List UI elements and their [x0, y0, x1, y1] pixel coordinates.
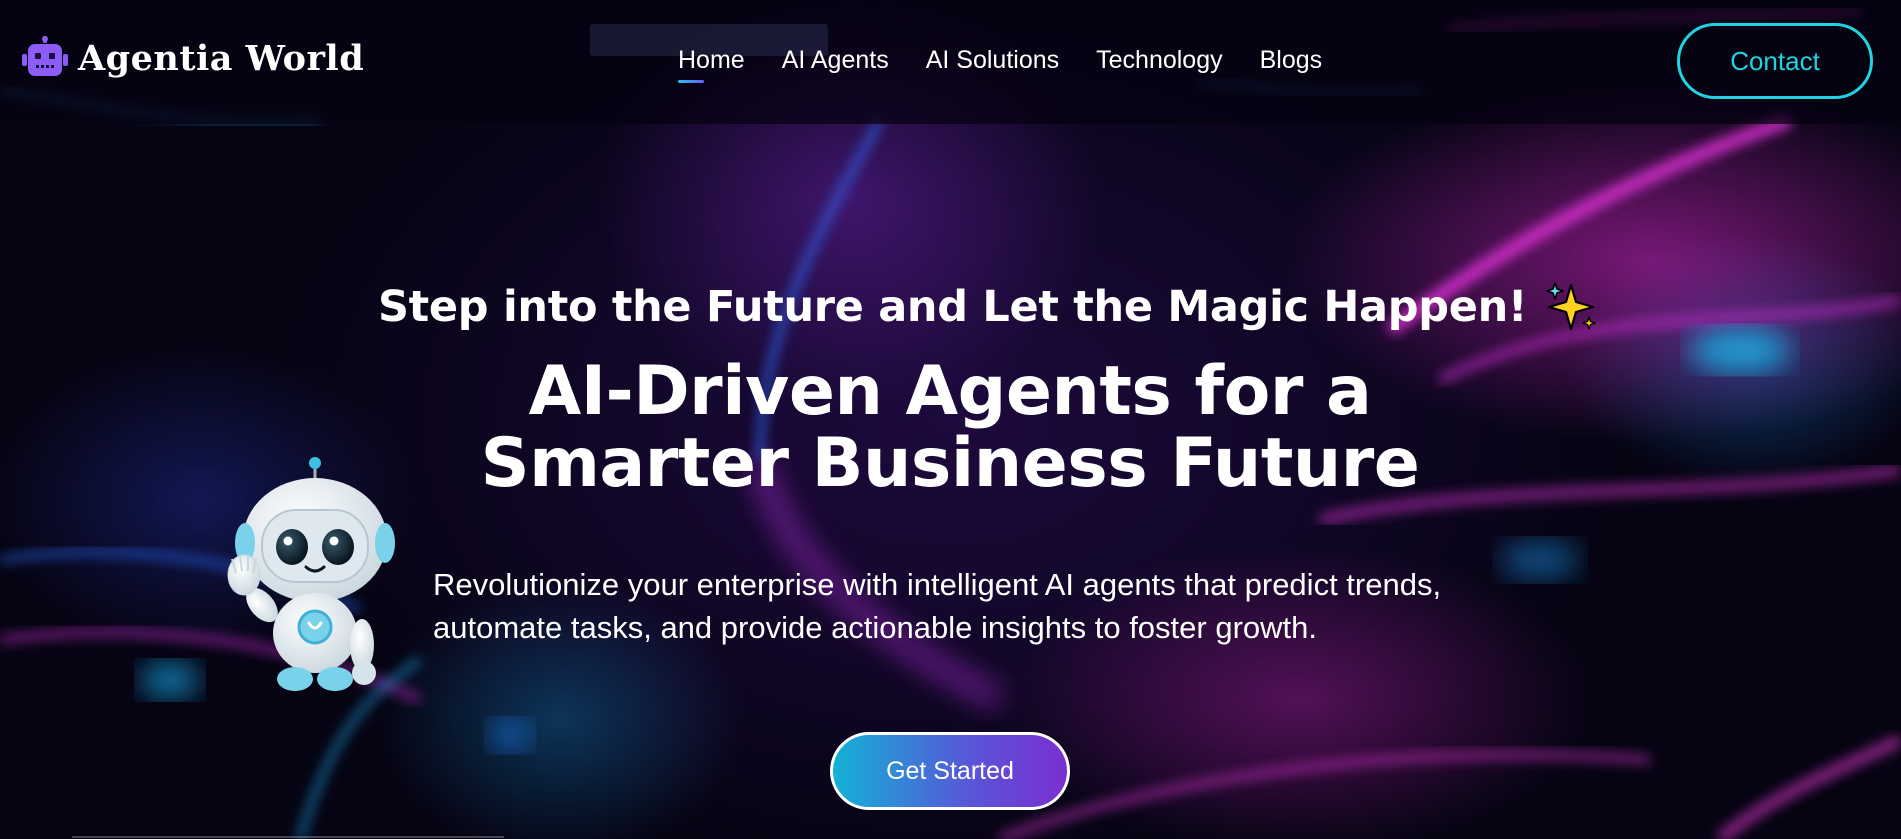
brand-logo[interactable]: Agentia World: [22, 36, 364, 80]
contact-button[interactable]: Contact: [1677, 23, 1873, 99]
site-header: Agentia World Home AI Agents AI Solution…: [0, 0, 1901, 124]
nav-item-home[interactable]: Home: [678, 46, 745, 83]
nav-item-ai-agents[interactable]: AI Agents: [782, 46, 889, 75]
nav-item-technology[interactable]: Technology: [1096, 46, 1222, 75]
brand-name: Agentia World: [78, 37, 365, 79]
main-nav: Home AI Agents AI Solutions Technology B…: [678, 46, 1323, 83]
waving-robot-mascot: [227, 457, 395, 691]
sparkles-icon: [1545, 281, 1597, 333]
hero-headline-line-2: Smarter Business Future: [480, 424, 1420, 503]
hero-description: Revolutionize your enterprise with intel…: [433, 563, 1583, 649]
hero-description-line-2: automate tasks, and provide actionable i…: [433, 610, 1317, 645]
get-started-button[interactable]: Get Started: [830, 732, 1070, 810]
nav-item-ai-solutions[interactable]: AI Solutions: [926, 46, 1059, 75]
page: Agentia World Home AI Agents AI Solution…: [0, 0, 1901, 839]
robot-icon: [22, 36, 68, 80]
divider: [72, 836, 504, 838]
hero-tagline-text: Step into the Future and Let the Magic H…: [378, 282, 1528, 332]
hero-headline-line-1: AI-Driven Agents for a: [528, 352, 1372, 431]
hero-headline: AI-Driven Agents for a Smarter Business …: [420, 356, 1480, 500]
hero-description-line-1: Revolutionize your enterprise with intel…: [433, 567, 1442, 602]
hero-tagline: Step into the Future and Let the Magic H…: [378, 281, 1597, 333]
nav-item-blogs[interactable]: Blogs: [1260, 46, 1323, 75]
